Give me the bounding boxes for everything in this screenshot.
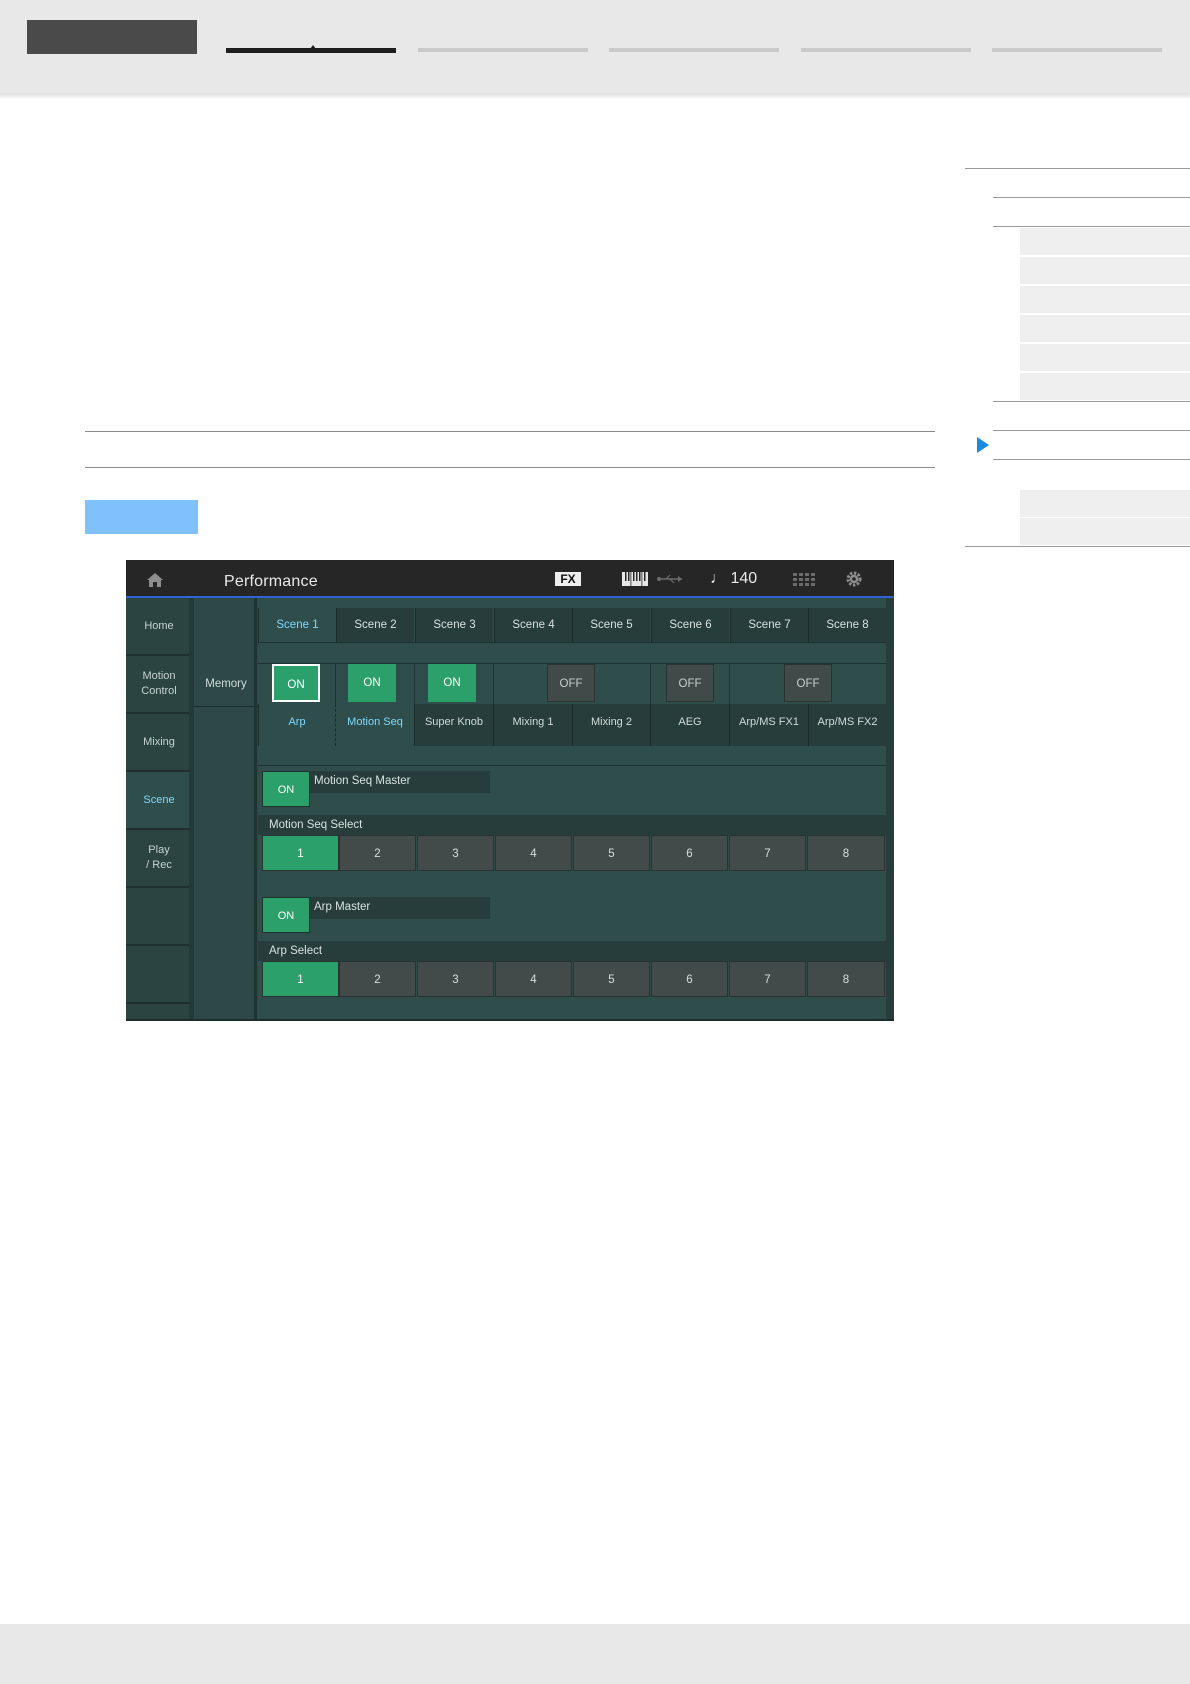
page-footer-band <box>0 1624 1190 1684</box>
arp-select-3[interactable]: 3 <box>417 961 494 997</box>
index-item[interactable] <box>1020 257 1190 284</box>
content-divider <box>254 598 257 1021</box>
tabs-underline <box>258 642 894 643</box>
tab-scene-7[interactable]: Scene 7 <box>730 608 808 642</box>
index-item[interactable] <box>1020 373 1190 400</box>
index-item[interactable] <box>1020 490 1190 517</box>
synth-screen: Performance FX ♩ 140 Home Motion Control… <box>126 560 894 1021</box>
motion-seq-select-4[interactable]: 4 <box>495 835 572 871</box>
memory-label-arp-ms-fx2[interactable]: Arp/MS FX2 <box>808 704 886 746</box>
index-rule <box>993 430 1190 431</box>
tab-scene-1[interactable]: Scene 1 <box>258 608 336 642</box>
nav-caret-icon <box>310 45 316 49</box>
memory-label-mixing-2[interactable]: Mixing 2 <box>572 704 650 746</box>
motion-seq-select-3[interactable]: 3 <box>417 835 494 871</box>
tab-scene-2[interactable]: Scene 2 <box>336 608 414 642</box>
motion-seq-select-1[interactable]: 1 <box>262 835 339 871</box>
memory-column <box>194 598 258 1021</box>
arp-select-6[interactable]: 6 <box>651 961 728 997</box>
memory-motion-seq-switch[interactable]: ON <box>348 664 396 702</box>
header-shadow <box>0 93 1190 99</box>
arp-select-8[interactable]: 8 <box>807 961 885 997</box>
motion-seq-select-5[interactable]: 5 <box>573 835 650 871</box>
arp-select-7[interactable]: 7 <box>729 961 806 997</box>
tempo-display[interactable]: ♩ 140 <box>710 570 757 588</box>
index-item[interactable] <box>1020 228 1190 255</box>
sidebar-item-empty-2[interactable] <box>126 946 192 1004</box>
tab-scene-8[interactable]: Scene 8 <box>808 608 886 642</box>
memory-label[interactable]: Memory <box>194 674 258 694</box>
index-rule <box>993 226 1190 227</box>
tab-scene-4[interactable]: Scene 4 <box>494 608 572 642</box>
keyboard-icon <box>622 572 648 586</box>
index-rule <box>965 546 1190 547</box>
motion-seq-master-label: Motion Seq Master <box>310 771 490 793</box>
arp-master-switch[interactable]: ON <box>262 897 310 933</box>
highlight-marker <box>85 500 198 534</box>
nav-tab-5[interactable] <box>992 48 1162 52</box>
motion-seq-select-header: Motion Seq Select <box>258 815 894 835</box>
arp-select-4[interactable]: 4 <box>495 961 572 997</box>
arp-master-label: Arp Master <box>310 897 490 919</box>
sidebar-item-empty-1[interactable] <box>126 888 192 946</box>
memory-arp-ms-fx-switch[interactable]: OFF <box>784 664 832 702</box>
motion-seq-select-6[interactable]: 6 <box>651 835 728 871</box>
tab-scene-3[interactable]: Scene 3 <box>415 608 493 642</box>
memory-label-super-knob[interactable]: Super Knob <box>414 704 493 746</box>
index-rule <box>993 197 1190 198</box>
memory-underline <box>194 706 258 707</box>
memory-super-knob-switch[interactable]: ON <box>428 664 476 702</box>
tab-scene-5[interactable]: Scene 5 <box>572 608 650 642</box>
screen-right-edge <box>886 598 894 1021</box>
arp-select-2[interactable]: 2 <box>339 961 416 997</box>
screen-title: Performance <box>224 573 318 590</box>
motion-seq-master-switch[interactable]: ON <box>262 771 310 807</box>
memory-mixing-switch[interactable]: OFF <box>547 664 595 702</box>
tab-scene-6[interactable]: Scene 6 <box>651 608 729 642</box>
memory-label-motion-seq[interactable]: Motion Seq <box>335 704 414 746</box>
motion-seq-select-2[interactable]: 2 <box>339 835 416 871</box>
index-item[interactable] <box>1020 286 1190 313</box>
current-page-arrow-icon <box>977 437 989 453</box>
index-item[interactable] <box>1020 315 1190 342</box>
nav-tab-4[interactable] <box>801 48 971 52</box>
section-rule-top <box>85 431 935 432</box>
index-item[interactable] <box>1020 518 1190 545</box>
arp-select-header: Arp Select <box>258 941 894 961</box>
memory-label-arp-ms-fx1[interactable]: Arp/MS FX1 <box>729 704 808 746</box>
sidebar-item-home[interactable]: Home <box>126 598 192 656</box>
motion-seq-select-8[interactable]: 8 <box>807 835 885 871</box>
nav-tab-2[interactable] <box>418 48 588 52</box>
sidebar-item-play-rec[interactable]: Play / Rec <box>126 830 192 888</box>
index-rule <box>965 168 1190 169</box>
index-item[interactable] <box>1020 344 1190 371</box>
index-rule <box>993 401 1190 402</box>
usb-icon <box>657 574 682 584</box>
screen-bottom-line <box>126 1019 894 1021</box>
arp-select-5[interactable]: 5 <box>573 961 650 997</box>
motion-seq-select-7[interactable]: 7 <box>729 835 806 871</box>
home-icon[interactable] <box>146 571 164 589</box>
section-rule-bottom <box>85 467 935 468</box>
sidebar-item-scene[interactable]: Scene <box>126 772 192 830</box>
memory-label-aeg[interactable]: AEG <box>650 704 729 746</box>
logo-placeholder <box>27 20 197 54</box>
sidebar-item-mixing[interactable]: Mixing <box>126 714 192 772</box>
sidebar-item-motion-control[interactable]: Motion Control <box>126 656 192 714</box>
memory-label-arp[interactable]: Arp <box>258 704 335 746</box>
nav-tab-3[interactable] <box>609 48 779 52</box>
memory-arp-switch[interactable]: ON <box>272 664 320 702</box>
memory-label-mixing-1[interactable]: Mixing 1 <box>493 704 572 746</box>
index-rule <box>993 459 1190 460</box>
grid-icon[interactable] <box>793 573 815 587</box>
memory-aeg-switch[interactable]: OFF <box>666 664 714 702</box>
section-divider <box>258 765 894 766</box>
fx-icon[interactable]: FX <box>555 572 581 586</box>
gear-icon[interactable] <box>845 570 863 588</box>
arp-select-1[interactable]: 1 <box>262 961 339 997</box>
